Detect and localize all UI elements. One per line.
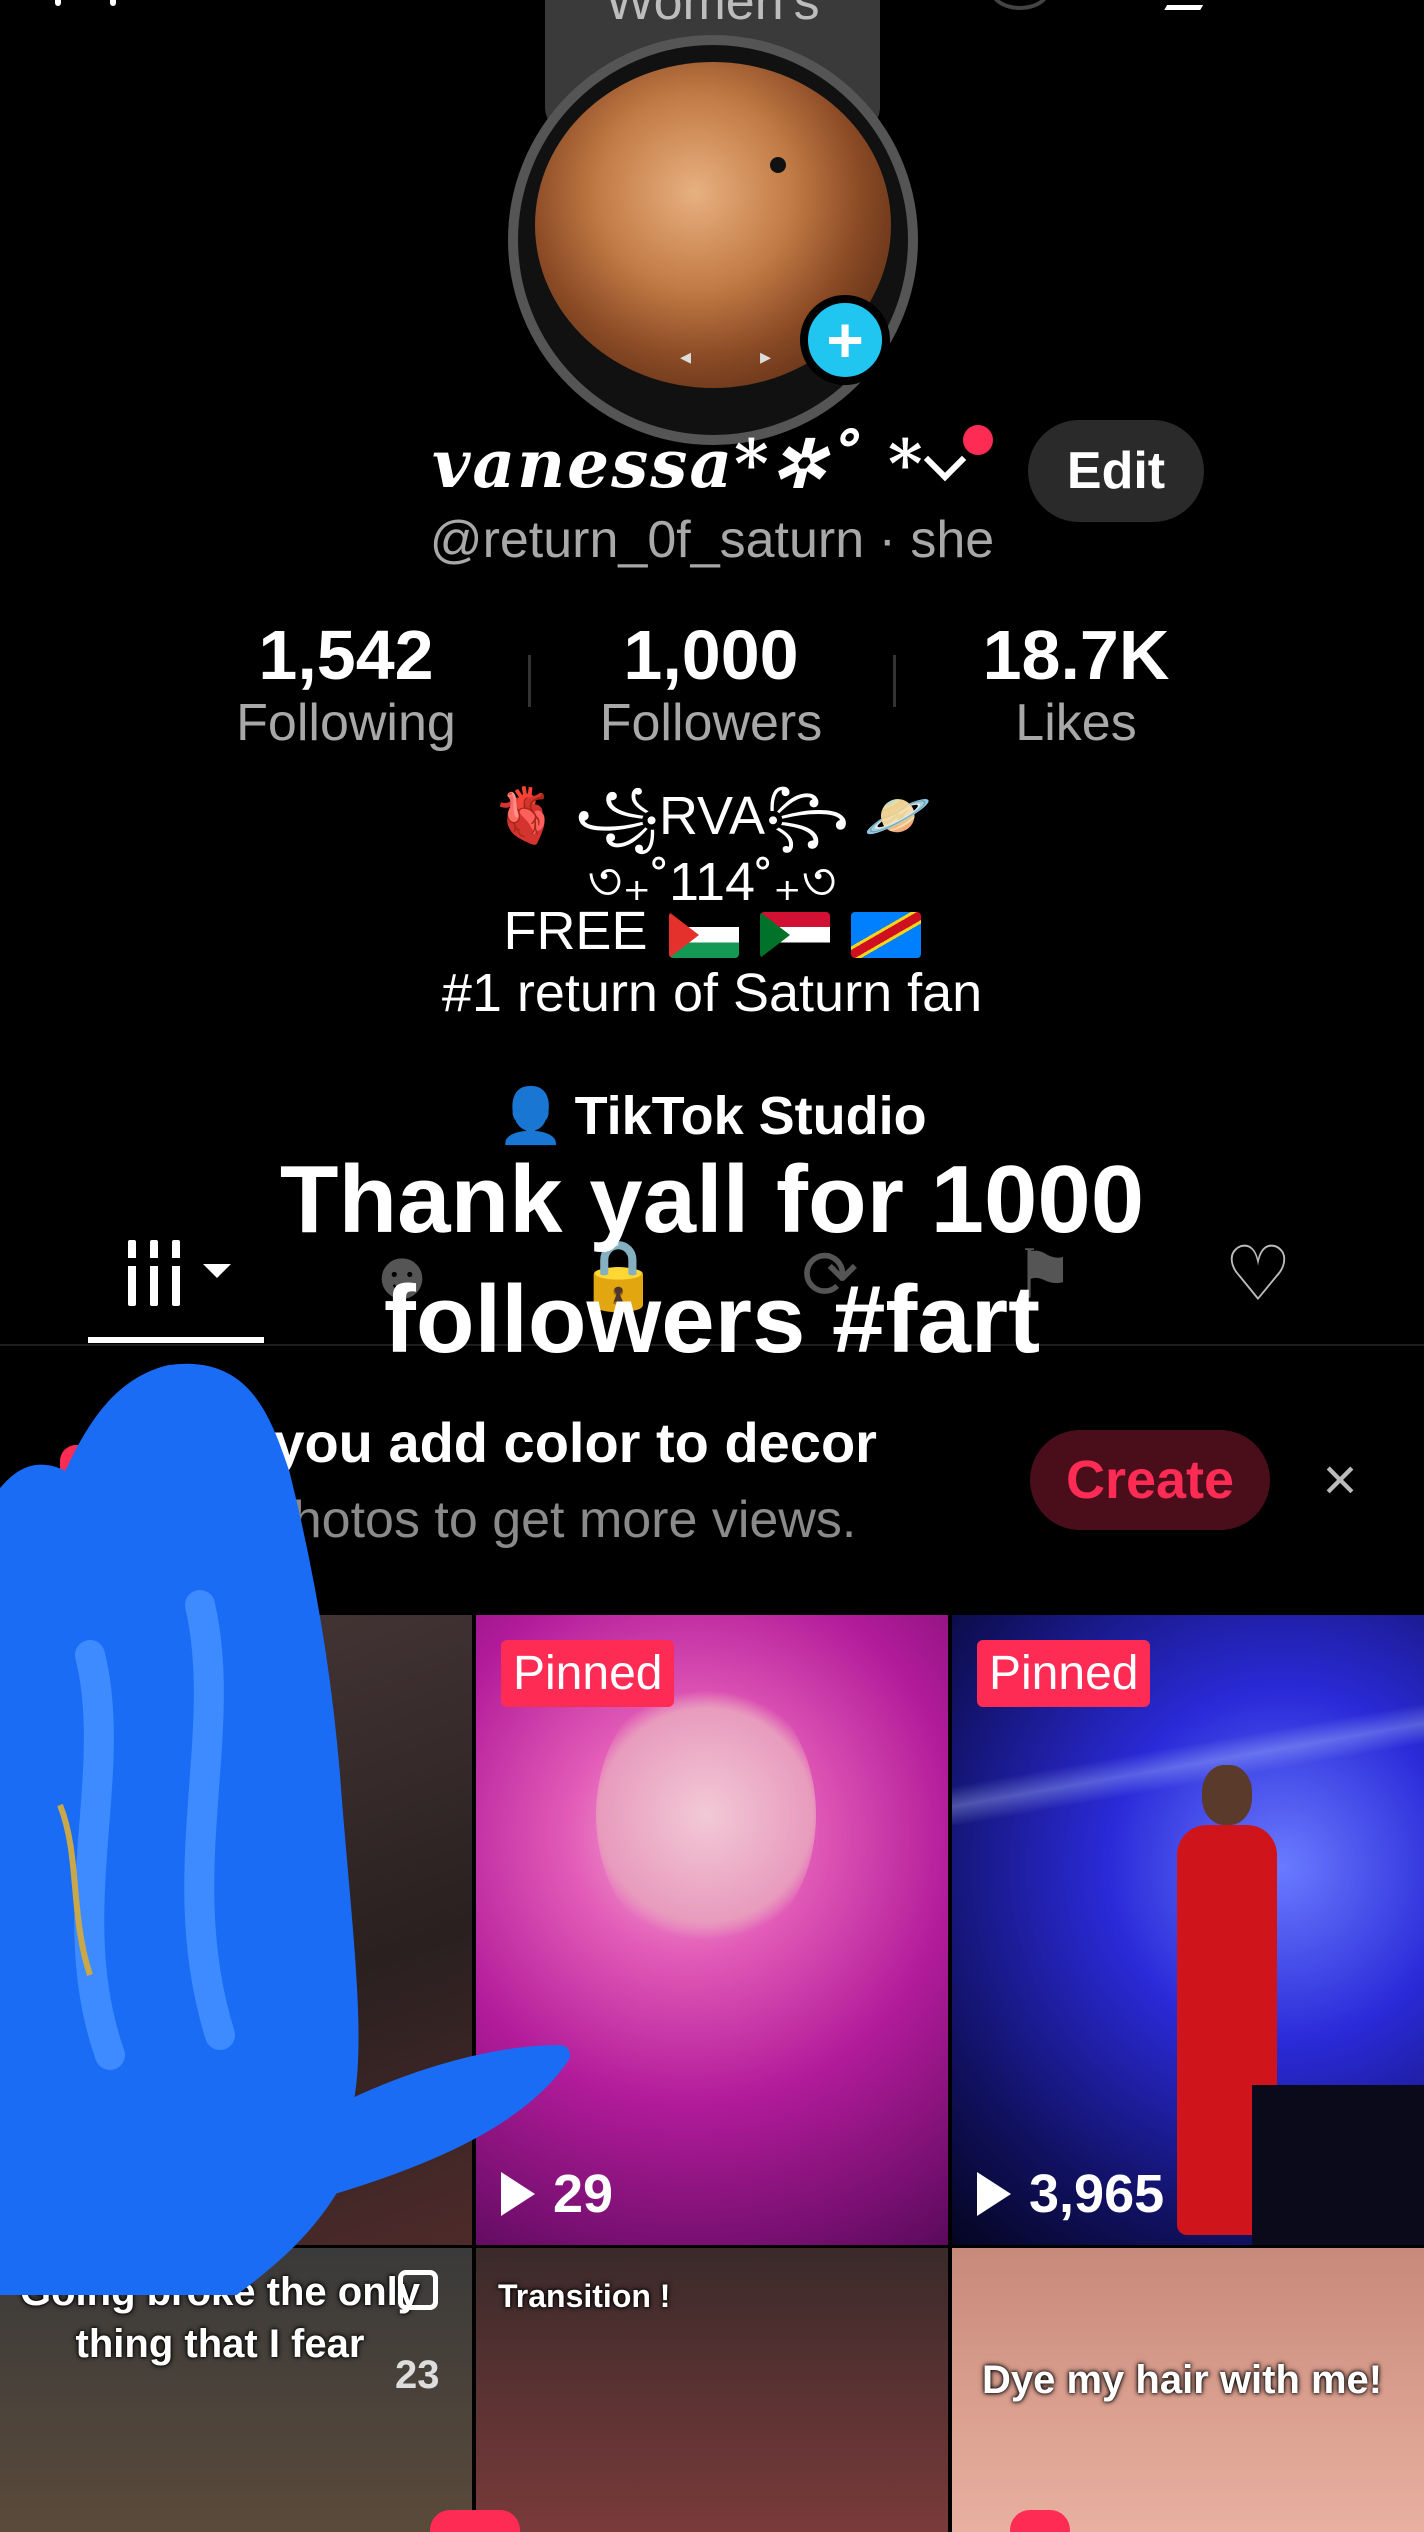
prev-arrow-icon: ◂ [680, 344, 692, 369]
nav-badge-fragment [430, 2510, 520, 2532]
view-count: 3,... [25, 2163, 167, 2225]
stat-divider [528, 655, 531, 707]
overlay-caption: Thank yall for 1000 followers #fart [279, 1146, 1145, 1373]
notification-dot [963, 425, 993, 455]
stat-likes[interactable]: 18.7K Likes [916, 615, 1236, 751]
view-count-value: 3,965 [1029, 2164, 1165, 2224]
edit-profile-button[interactable]: Edit [1028, 420, 1204, 522]
stat-following[interactable]: 1,542 Following [186, 615, 506, 751]
play-icon [977, 2172, 1011, 2216]
stage-speaker [1252, 2085, 1424, 2245]
promo-subtitle: ost photos to get more views. [180, 1491, 857, 1549]
close-promo-icon[interactable]: × [1310, 1445, 1370, 1515]
stat-value: 1,542 [258, 616, 434, 694]
account-avatar-icon[interactable] [990, 0, 1050, 10]
pinned-badge: Pinned [501, 1640, 675, 1707]
studio-label: TikTok Studio [574, 1086, 927, 1146]
video-caption: Dye my hair with me! [982, 2358, 1383, 2402]
add-friend-icon[interactable] [55, 0, 145, 8]
stat-label: Followers [599, 694, 823, 752]
studio-person-icon: 👤 [497, 1086, 565, 1146]
create-button[interactable]: Create [1030, 1430, 1270, 1530]
nav-badge-fragment [1010, 2510, 1070, 2532]
view-count-value: 29 [553, 2164, 614, 2224]
video-tile-1[interactable]: 3,... [0, 1615, 472, 2245]
video-tile-5[interactable]: Transition ! [476, 2248, 948, 2532]
video-tile-4[interactable]: Going broke the only thing that I fear 2… [0, 2248, 472, 2532]
sudan-flag-icon [759, 911, 830, 958]
account-switch-chevron-icon[interactable] [923, 438, 967, 482]
palestine-flag-icon [668, 911, 739, 958]
promo-title: ow you add color to decor [180, 1411, 877, 1474]
bio-line3: FREE [0, 900, 1424, 962]
share-icon[interactable] [1164, 0, 1212, 10]
avatar-decoration [770, 157, 786, 173]
stat-label: Likes [1015, 694, 1137, 752]
congo-flag-icon [850, 911, 921, 958]
stat-followers[interactable]: 1,000 Followers [551, 615, 871, 751]
username-handle: @return_0f_saturn · she [429, 511, 995, 569]
bio-line4: #1 return of Saturn fan [441, 963, 983, 1023]
view-count: 29 [501, 2163, 613, 2225]
video-tile-2[interactable]: Pinned 29 [476, 1615, 948, 2245]
video-tile-6[interactable]: Dye my hair with me! [952, 2248, 1424, 2532]
video-caption: Going broke the only thing that I fear [19, 2270, 421, 2366]
tiktok-studio-link[interactable]: 👤 TikTok Studio [0, 1085, 1424, 1148]
multi-photo-icon [398, 2270, 438, 2310]
stat-value: 18.7K [982, 616, 1170, 694]
next-arrow-icon: ▸ [760, 344, 772, 369]
add-avatar-button[interactable]: + [800, 295, 890, 385]
tooltip-line1: Women's [605, 0, 820, 31]
stat-label: Following [236, 694, 456, 752]
play-icon [501, 2172, 535, 2216]
stat-divider [893, 655, 896, 707]
pinned-badge: Pinned [977, 1640, 1151, 1707]
promo-add-icon: + [60, 1445, 124, 1509]
play-icon [25, 2172, 59, 2216]
video-overlay-number: 23 [395, 2353, 440, 2397]
view-count: 3,965 [977, 2163, 1164, 2225]
view-count-value: 3,... [77, 2164, 168, 2224]
stat-value: 1,000 [623, 616, 799, 694]
video-thumbnail-face [596, 1675, 816, 1955]
bio-free-text: FREE [503, 901, 648, 961]
display-name[interactable]: vanessa*✲˚ * [432, 425, 924, 503]
video-caption: Transition ! [498, 2278, 671, 2314]
video-tile-3[interactable]: Pinned 3,965 [952, 1615, 1424, 2245]
